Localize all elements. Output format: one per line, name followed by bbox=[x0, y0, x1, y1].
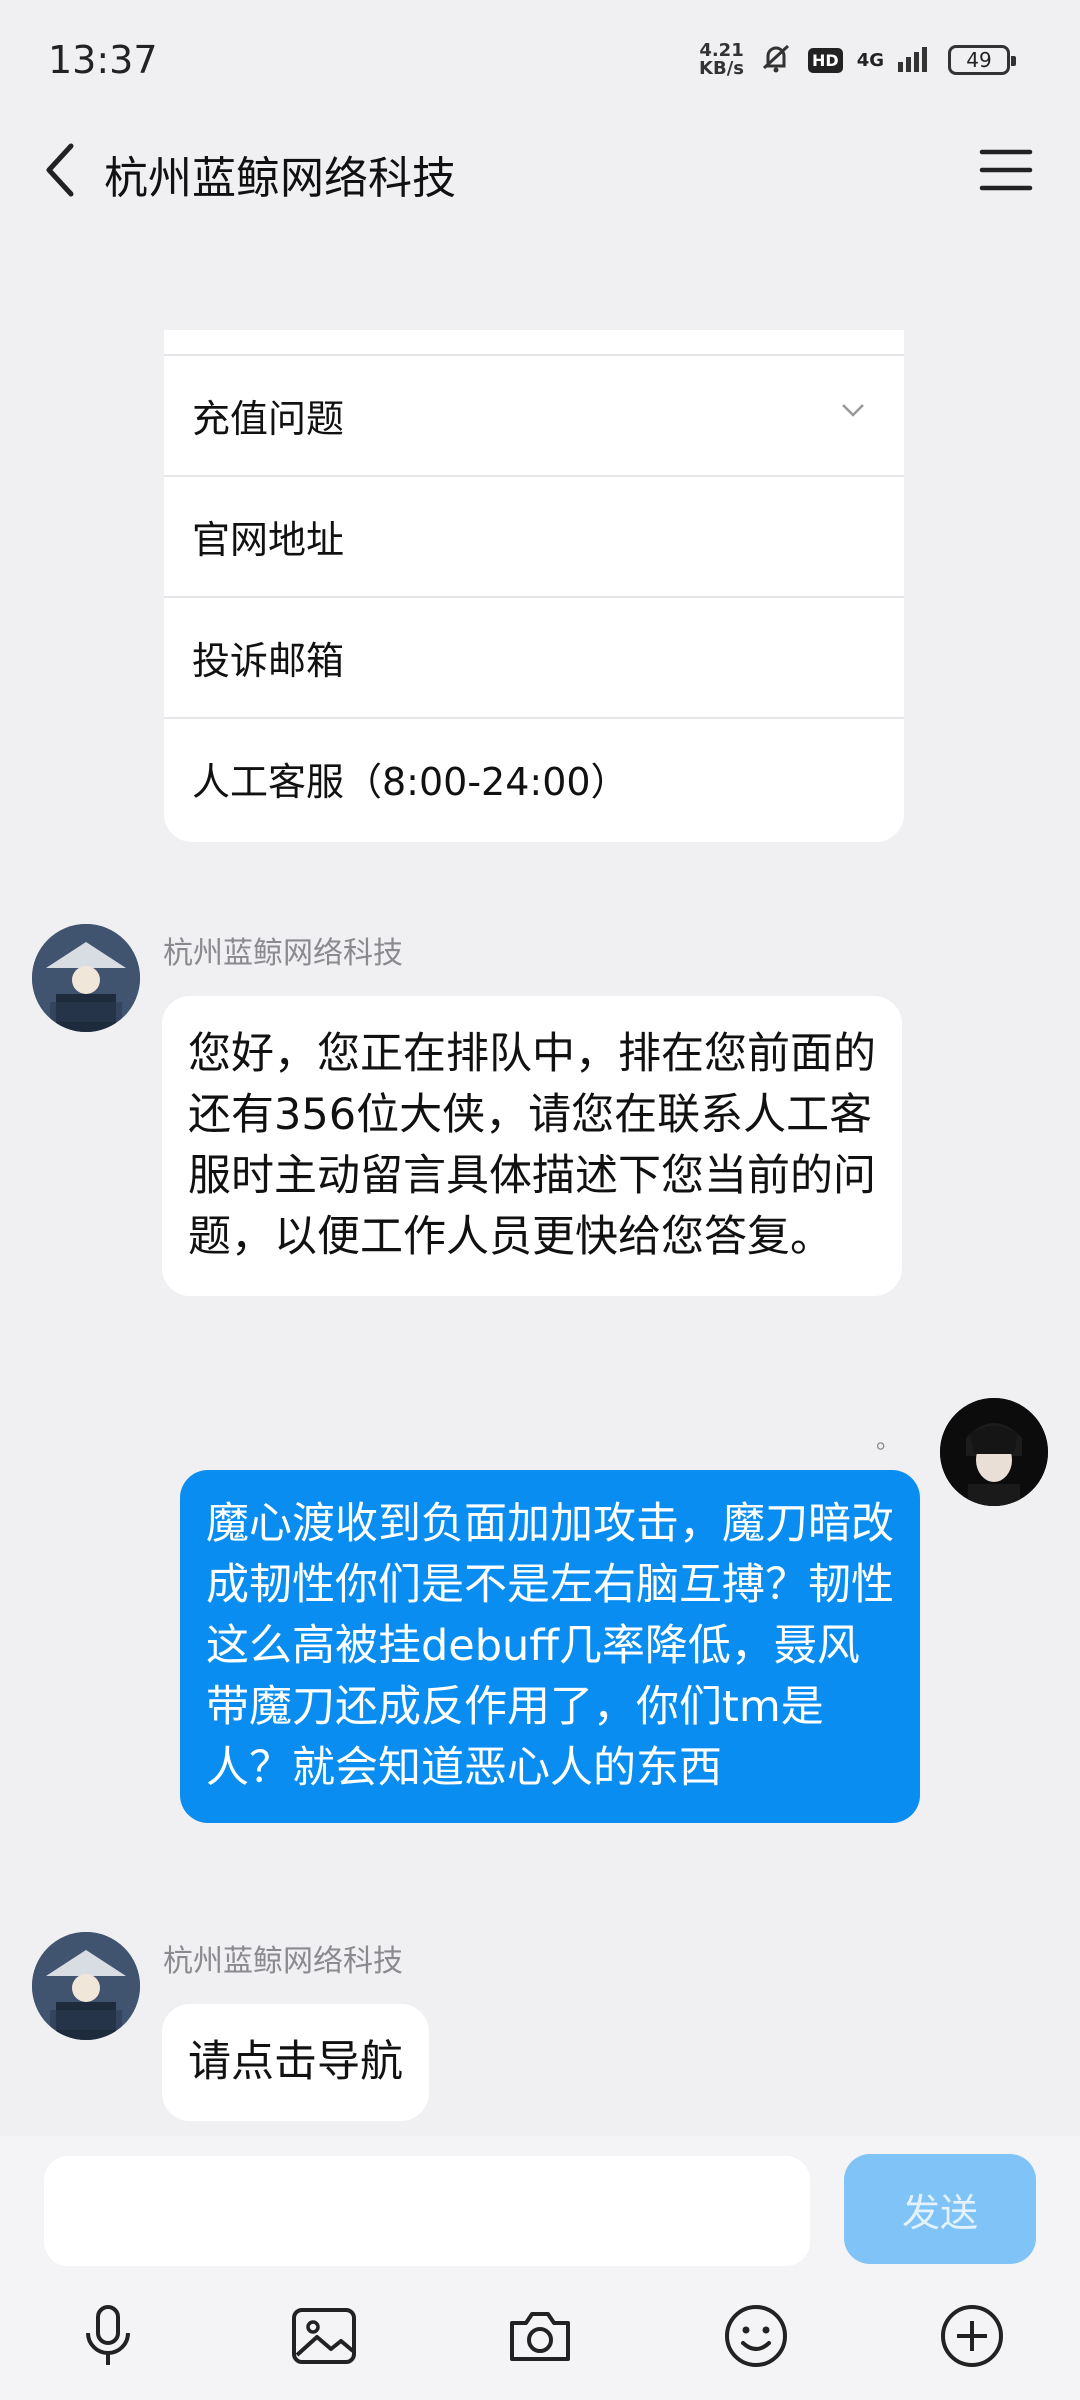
read-mark: 。 bbox=[876, 1426, 900, 1454]
page-title: 杭州蓝鲸网络科技 bbox=[104, 153, 456, 204]
signal-icon bbox=[898, 44, 934, 76]
sender-name: 杭州蓝鲸网络科技 bbox=[163, 1944, 403, 1979]
message-bubble[interactable]: 您好，您正在排队中，排在您前面的还有356位大侠，请您在联系人工客服时主动留言具… bbox=[162, 996, 902, 1296]
quick-menu-card: 充值问题 官网地址 投诉邮箱 人工客服（8:00-24:00） bbox=[164, 330, 904, 842]
mute-bell-icon bbox=[758, 40, 794, 80]
chevron-down-icon bbox=[842, 404, 864, 417]
hamburger-icon bbox=[979, 149, 1033, 191]
network-type: 4G bbox=[856, 49, 884, 71]
image-icon[interactable] bbox=[284, 2296, 364, 2376]
menu-button[interactable] bbox=[978, 144, 1034, 196]
input-toolbar bbox=[0, 2286, 1080, 2386]
microphone-icon[interactable] bbox=[68, 2296, 148, 2376]
message-bubble[interactable]: 请点击导航 bbox=[162, 2004, 429, 2121]
avatar[interactable] bbox=[32, 924, 140, 1032]
net-speed: 4.21 KB/s bbox=[699, 40, 745, 79]
menu-item-recharge[interactable]: 充值问题 bbox=[164, 354, 904, 475]
battery-icon: 49 bbox=[948, 45, 1016, 75]
input-area: 发送 bbox=[0, 2136, 1080, 2400]
avatar[interactable] bbox=[940, 1398, 1048, 1506]
menu-item-human-service[interactable]: 人工客服（8:00-24:00） bbox=[164, 717, 904, 838]
back-arrow-icon bbox=[46, 143, 74, 197]
status-time: 13:37 bbox=[48, 38, 158, 82]
menu-item-complaint-email[interactable]: 投诉邮箱 bbox=[164, 596, 904, 717]
message-input[interactable] bbox=[44, 2156, 810, 2266]
emoji-icon[interactable] bbox=[716, 2296, 796, 2376]
status-icons: 4.21 KB/s HD 4G 49 bbox=[699, 40, 1016, 80]
avatar[interactable] bbox=[32, 1932, 140, 2040]
chat-header: 杭州蓝鲸网络科技 bbox=[0, 120, 1080, 220]
sender-name: 杭州蓝鲸网络科技 bbox=[163, 936, 403, 971]
message-bubble[interactable]: 魔心渡收到负面加加攻击，魔刀暗改成韧性你们是不是左右脑互搏？韧性这么高被挂deb… bbox=[180, 1470, 920, 1823]
plus-icon[interactable] bbox=[932, 2296, 1012, 2376]
hd-badge: HD bbox=[808, 47, 843, 73]
menu-item-website[interactable]: 官网地址 bbox=[164, 475, 904, 596]
camera-icon[interactable] bbox=[500, 2296, 580, 2376]
back-button[interactable] bbox=[30, 138, 90, 202]
status-bar: 13:37 4.21 KB/s HD 4G 49 bbox=[0, 0, 1080, 120]
send-button[interactable]: 发送 bbox=[844, 2154, 1036, 2264]
